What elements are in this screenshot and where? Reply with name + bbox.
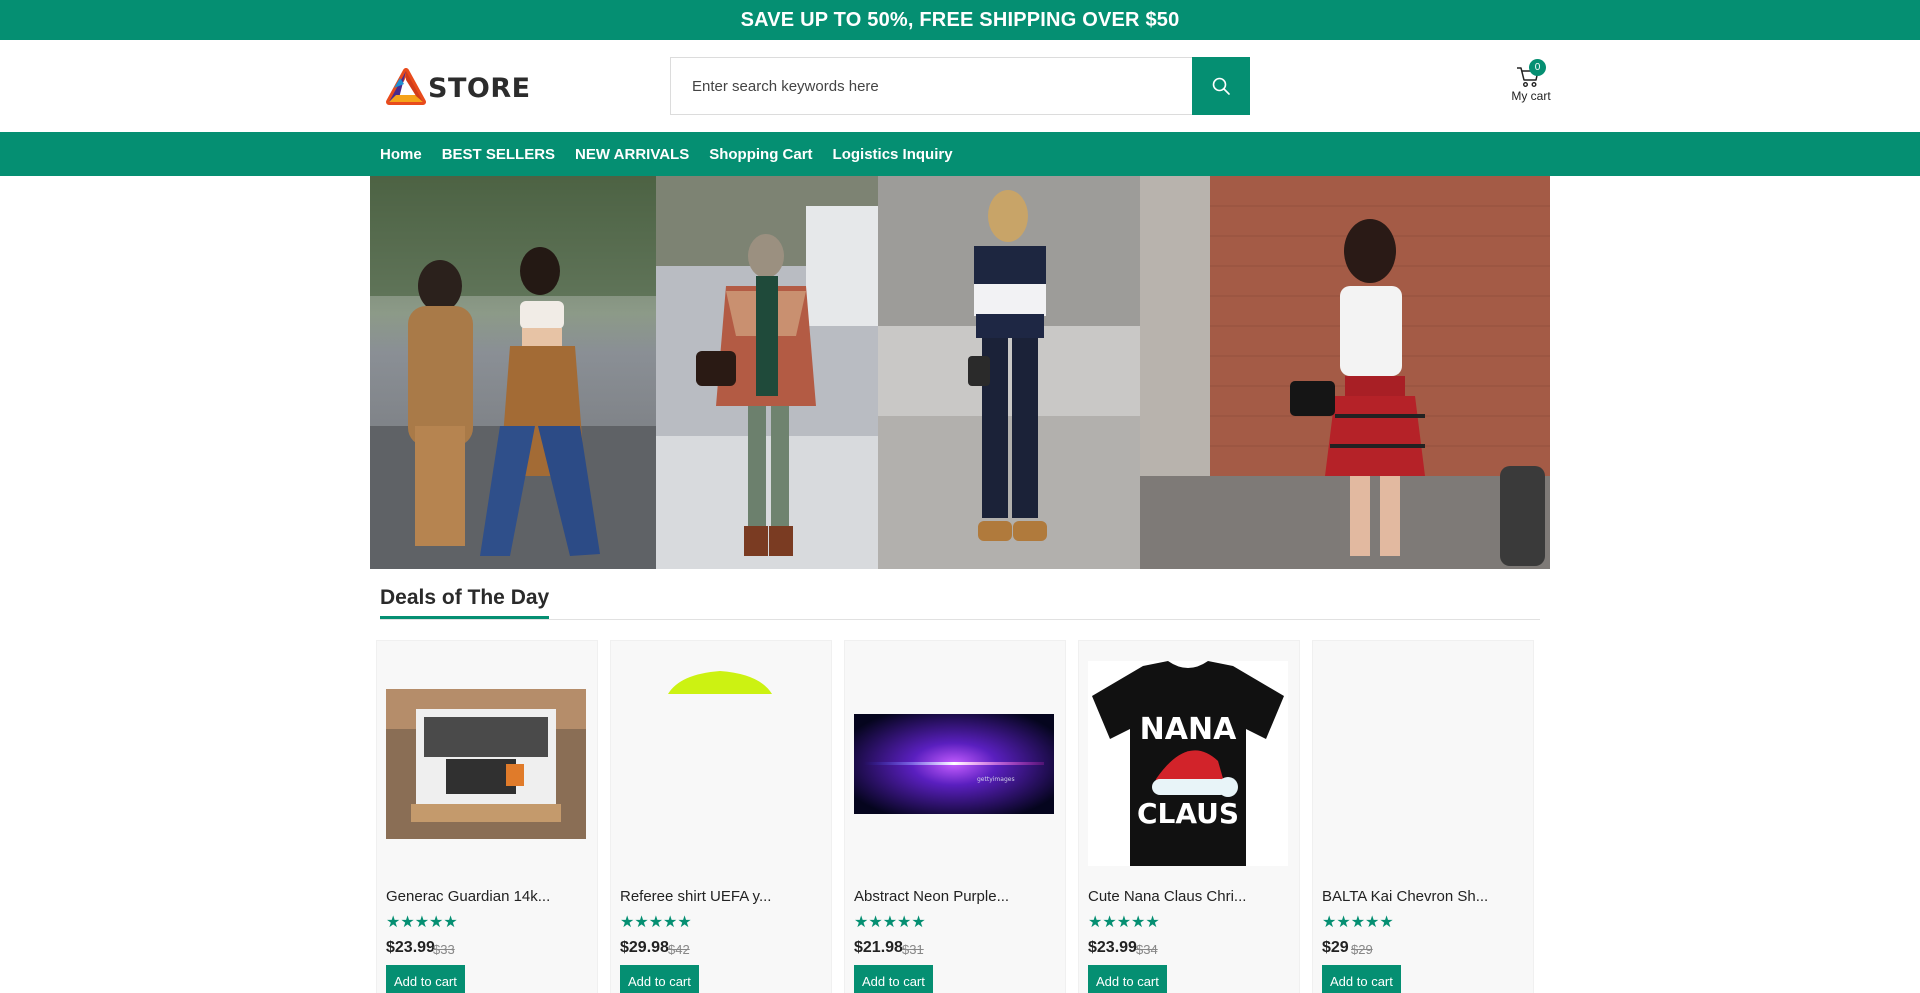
product-name[interactable]: BALTA Kai Chevron Sh... [1322,888,1488,905]
main-nav: Home BEST SELLERS NEW ARRIVALS Shopping … [0,132,1920,176]
logo-mark-icon [386,68,426,105]
product-image-balta-chevron[interactable] [1322,661,1522,866]
deals-product-list: Generac Guardian 14k... ★★★★★ $23.99 $33… [376,640,1546,993]
hero-banner[interactable] [370,176,1550,569]
product-image-generator[interactable] [386,661,586,866]
product-old-price: $34 [1136,942,1158,957]
promo-text: SAVE UP TO 50%, FREE SHIPPING OVER $50 [740,8,1180,31]
nav-item-home[interactable]: Home [380,146,422,163]
banner-panel-2 [656,176,878,569]
product-price: $29.98 [620,939,669,956]
product-image-neon[interactable]: gettyimages [854,661,1054,866]
product-price: $23.99 [1088,939,1137,956]
product-name[interactable]: Referee shirt UEFA y... [620,888,771,905]
site-header: STORE 0 My cart [0,40,1920,132]
rating-stars: ★★★★★ [1088,914,1160,931]
banner-panel-4 [1140,176,1550,569]
nav-item-logistics-inquiry[interactable]: Logistics Inquiry [833,146,953,163]
product-name[interactable]: Cute Nana Claus Chri... [1088,888,1246,905]
logo-text: STORE [428,72,531,104]
product-old-price: $31 [902,942,924,957]
store-logo[interactable]: STORE [386,68,531,108]
search-bar [670,57,1250,115]
product-card[interactable]: Referee shirt UEFA y... ★★★★★ $29.98 $42… [610,640,832,993]
rating-stars: ★★★★★ [1322,914,1394,931]
deals-section-header: Deals of The Day [380,586,1540,620]
nav-item-new-arrivals[interactable]: NEW ARRIVALS [575,146,689,163]
product-old-price: $29 [1351,942,1373,957]
product-price: $29 [1322,939,1349,956]
rating-stars: ★★★★★ [854,914,926,931]
rating-stars: ★★★★★ [386,914,458,931]
banner-panel-1 [370,176,656,569]
product-card[interactable]: Generac Guardian 14k... ★★★★★ $23.99 $33… [376,640,598,993]
product-image-referee-shirt[interactable] [620,661,820,866]
shirt-print-bottom: CLAUS [1137,797,1239,830]
cart-label: My cart [1511,89,1551,103]
product-card[interactable]: NANA CLAUS Cute Nana Claus Chri... ★★★★★… [1078,640,1300,993]
product-price: $21.98 [854,939,903,956]
banner-panel-3 [878,176,1140,569]
cart-count-badge: 0 [1529,59,1546,76]
neon-caption: gettyimages [977,776,1015,783]
add-to-cart-button[interactable]: Add to cart [1088,965,1167,993]
search-input[interactable] [671,58,1192,114]
product-card[interactable]: gettyimages Abstract Neon Purple... ★★★★… [844,640,1066,993]
promo-banner: SAVE UP TO 50%, FREE SHIPPING OVER $50 [0,0,1920,40]
nav-item-best-sellers[interactable]: BEST SELLERS [442,146,555,163]
add-to-cart-button[interactable]: Add to cart [1322,965,1401,993]
rating-stars: ★★★★★ [620,914,692,931]
product-old-price: $33 [433,942,455,957]
product-image-nana-claus-shirt[interactable]: NANA CLAUS [1088,661,1288,866]
cart-button[interactable]: 0 My cart [1510,56,1552,112]
product-card[interactable]: BALTA Kai Chevron Sh... ★★★★★ $29 $29 Ad… [1312,640,1534,993]
search-button[interactable] [1192,57,1250,115]
add-to-cart-button[interactable]: Add to cart [854,965,933,993]
add-to-cart-button[interactable]: Add to cart [386,965,465,993]
search-icon [1212,77,1230,95]
product-name[interactable]: Generac Guardian 14k... [386,888,550,905]
add-to-cart-button[interactable]: Add to cart [620,965,699,993]
product-name[interactable]: Abstract Neon Purple... [854,888,1009,905]
shirt-print-top: NANA [1140,712,1237,747]
product-old-price: $42 [668,942,690,957]
nav-item-shopping-cart[interactable]: Shopping Cart [709,146,812,163]
product-price: $23.99 [386,939,435,956]
deals-title: Deals of The Day [380,586,550,619]
